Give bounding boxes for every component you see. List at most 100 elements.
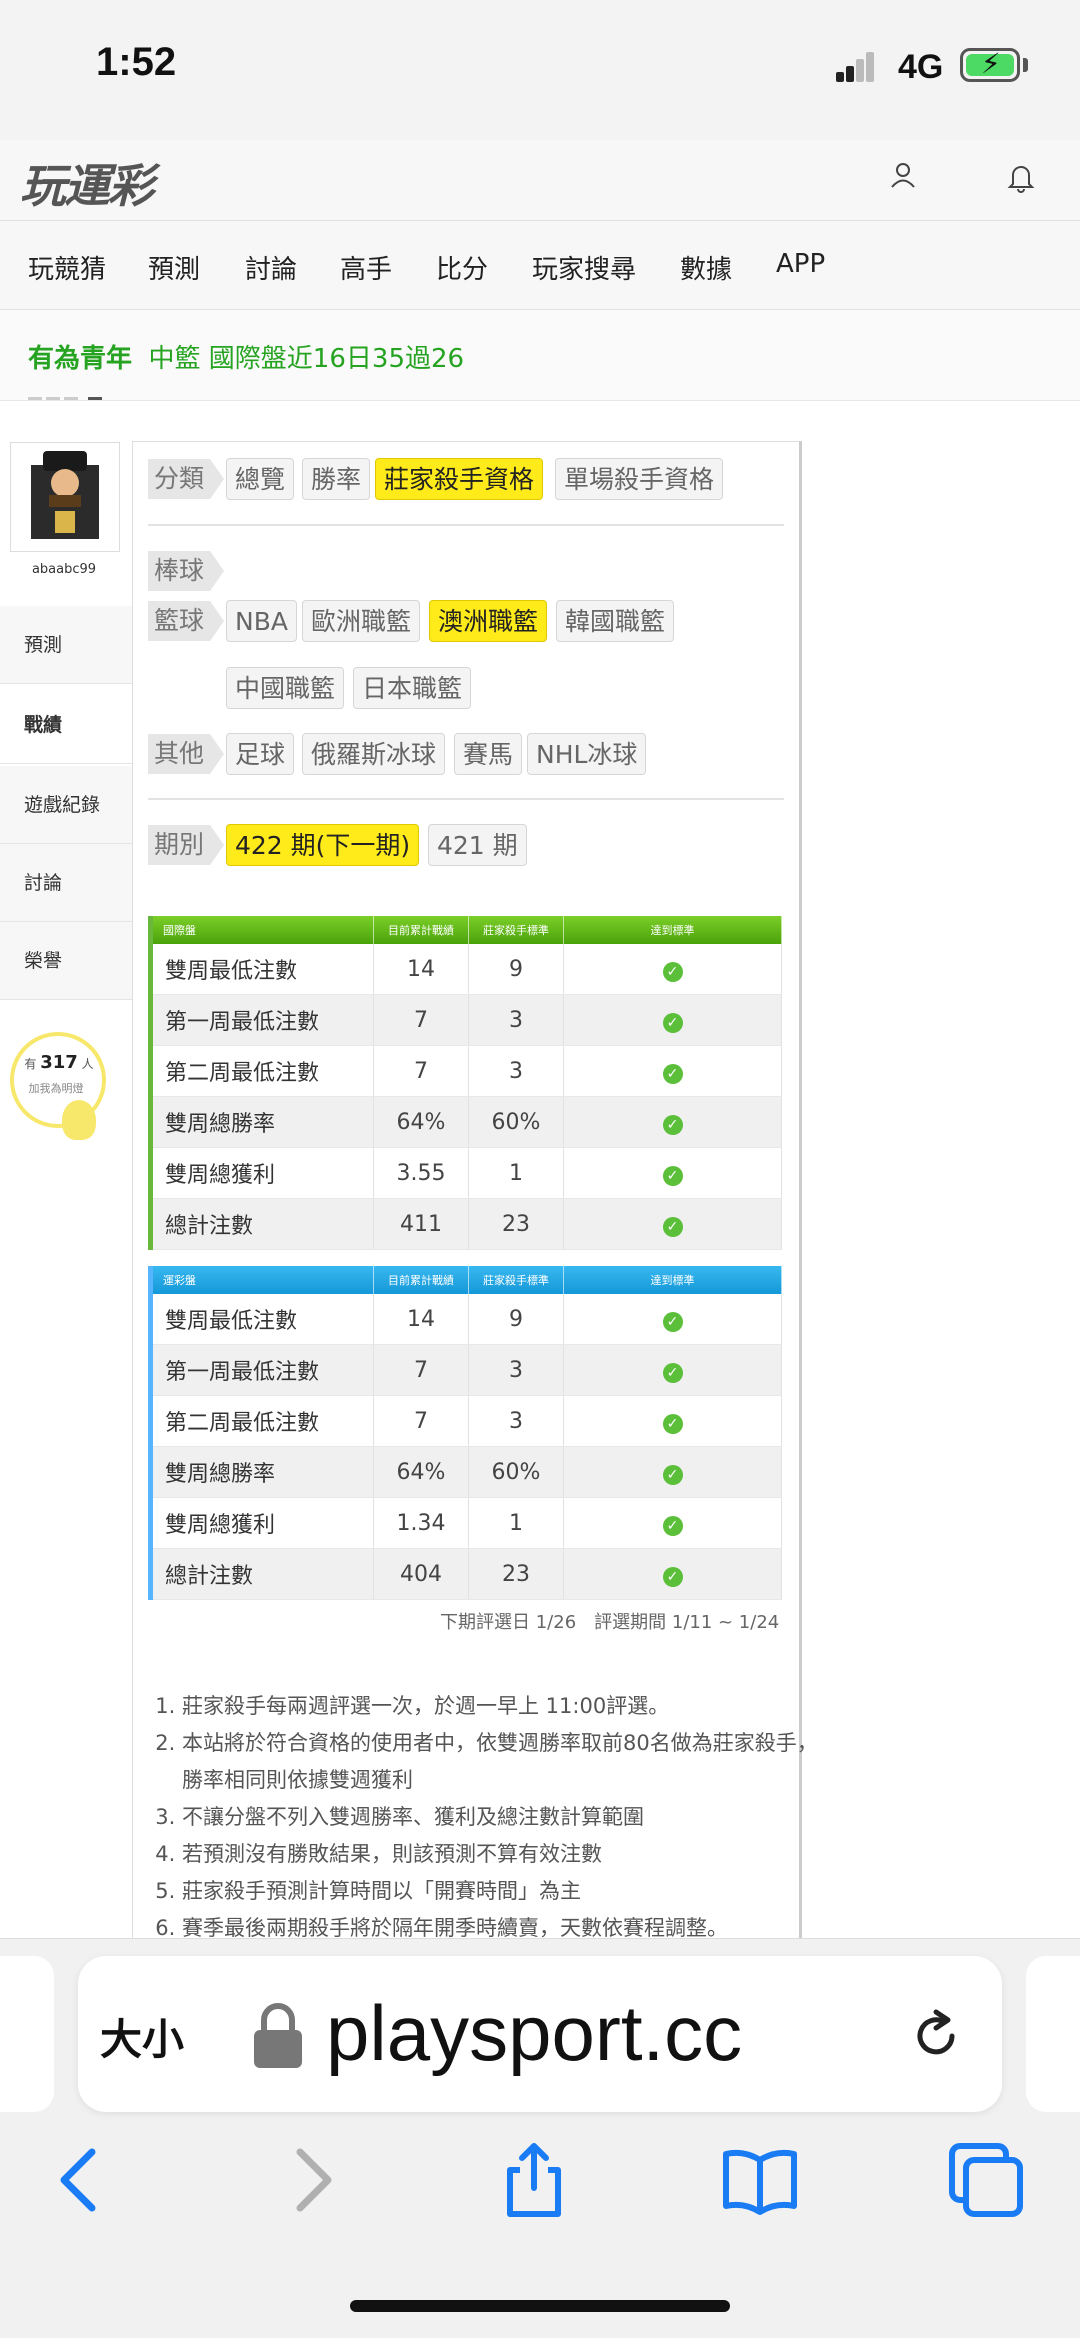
- user-icon[interactable]: [888, 160, 918, 190]
- col-header: 目前累計戰績: [373, 1266, 469, 1294]
- current-value: 7: [373, 1344, 469, 1396]
- nav-item-experts[interactable]: 高手: [340, 249, 392, 286]
- nav-item-scores[interactable]: 比分: [436, 249, 488, 286]
- tab-soccer[interactable]: 足球: [226, 733, 295, 775]
- tab-period-421[interactable]: 421 期: [428, 824, 527, 866]
- table-row: 雙周總勝率 64% 60% ✓: [150, 1446, 782, 1498]
- current-value: 411: [373, 1198, 469, 1250]
- share-icon[interactable]: [494, 2140, 574, 2220]
- tabs-icon[interactable]: [946, 2140, 1026, 2220]
- col-header: 運彩盤: [150, 1266, 374, 1294]
- table-row: 雙周最低注數 14 9 ✓: [150, 944, 782, 995]
- ticker-text[interactable]: 有為青年 中籃 國際盤近16日35過26: [28, 338, 464, 375]
- standard-value: 9: [468, 1294, 564, 1345]
- row-label: 總計注數: [150, 1548, 374, 1600]
- table-row: 雙周總獲利 1.34 1 ✓: [150, 1497, 782, 1549]
- check-icon: ✓: [662, 1464, 683, 1485]
- table-row: 總計注數 404 23 ✓: [150, 1548, 782, 1600]
- row-label: 總計注數: [150, 1198, 374, 1250]
- col-header: 目前累計戰績: [373, 916, 469, 944]
- international-stats-table: 國際盤 目前累計戰績 莊家殺手標準 達到標準 雙周最低注數 14 9 ✓ 第一周最低注…: [148, 916, 782, 1250]
- tab-period-422[interactable]: 422 期(下一期): [226, 824, 420, 866]
- sidebar-item-honor[interactable]: 榮譽: [0, 922, 132, 1000]
- tab-win-rate[interactable]: 勝率: [302, 458, 371, 500]
- nav-item-app[interactable]: APP: [776, 249, 825, 279]
- nav-item-predict[interactable]: 預測: [148, 249, 200, 286]
- check-icon: ✓: [662, 1012, 683, 1033]
- check-icon: ✓: [662, 1063, 683, 1084]
- sidebar-item-forum[interactable]: 討論: [0, 844, 132, 922]
- current-value: 14: [373, 1294, 469, 1345]
- home-indicator[interactable]: [350, 2300, 730, 2312]
- avatar-image: [11, 443, 119, 551]
- url-text[interactable]: playsport.cc: [326, 1988, 742, 2079]
- tab-nhl[interactable]: NHL冰球: [527, 733, 647, 775]
- row-label: 雙周總勝率: [150, 1096, 374, 1148]
- table-row: 第二周最低注數 7 3 ✓: [150, 1395, 782, 1447]
- table-row: 第一周最低注數 7 3 ✓: [150, 994, 782, 1046]
- fan-prefix: 有: [24, 1057, 37, 1071]
- tab-australia-basketball[interactable]: 澳洲職籃: [429, 600, 548, 642]
- standard-value: 3: [468, 994, 564, 1046]
- forward-icon[interactable]: [272, 2140, 352, 2220]
- current-value: 404: [373, 1548, 469, 1600]
- tab-euro-basketball[interactable]: 歐洲職籃: [302, 600, 421, 642]
- check-icon: ✓: [662, 1362, 683, 1383]
- tab-korea-basketball[interactable]: 韓國職籃: [556, 600, 675, 642]
- rule-item: 莊家殺手預測計算時間以「開賽時間」為主: [182, 1873, 822, 1910]
- check-icon: ✓: [662, 1311, 683, 1332]
- sidebar-item-record[interactable]: 戰績: [0, 686, 138, 764]
- username[interactable]: abaabc99: [10, 562, 118, 577]
- nav-item-guess[interactable]: 玩競猜: [28, 249, 106, 286]
- tab-nba[interactable]: NBA: [226, 600, 297, 642]
- reload-icon[interactable]: [906, 2006, 966, 2066]
- divider: [148, 524, 784, 526]
- check-icon: ✓: [662, 961, 683, 982]
- standard-value: 3: [468, 1344, 564, 1396]
- tab-bookie-killer[interactable]: 莊家殺手資格: [375, 458, 544, 500]
- other-label: 其他: [148, 734, 225, 774]
- text-size-button[interactable]: 大小: [100, 2006, 184, 2067]
- nav-item-forum[interactable]: 討論: [245, 249, 297, 286]
- current-value: 7: [373, 994, 469, 1046]
- lightbulb-icon: [62, 1100, 96, 1140]
- sidebar-item-predict[interactable]: 預測: [0, 606, 132, 684]
- period-label: 期別: [148, 825, 225, 865]
- baseball-label[interactable]: 棒球: [148, 551, 225, 591]
- bell-icon[interactable]: [1004, 160, 1038, 194]
- tab-japan-basketball[interactable]: 日本職籃: [353, 667, 472, 709]
- fan-count: 有 317 人: [20, 1052, 98, 1073]
- site-logo[interactable]: 玩運彩: [20, 150, 154, 216]
- tab-china-basketball[interactable]: 中國職籃: [226, 667, 345, 709]
- standard-value: 3: [468, 1395, 564, 1447]
- table-row: 雙周總獲利 3.55 1 ✓: [150, 1147, 782, 1199]
- table-row: 第二周最低注數 7 3 ✓: [150, 1045, 782, 1097]
- next-tab-preview[interactable]: [1026, 1956, 1080, 2112]
- current-value: 64%: [373, 1446, 469, 1498]
- nav-item-player-search[interactable]: 玩家搜尋: [532, 249, 636, 286]
- back-icon[interactable]: [40, 2140, 120, 2220]
- tab-overview[interactable]: 總覽: [226, 458, 295, 500]
- col-header: 莊家殺手標準: [468, 916, 564, 944]
- sidebar-item-game-log[interactable]: 遊戲紀錄: [0, 766, 132, 844]
- nav-item-data[interactable]: 數據: [680, 249, 732, 286]
- rule-item: 若預測沒有勝敗結果，則該預測不算有效注數: [182, 1836, 822, 1873]
- tab-single-killer[interactable]: 單場殺手資格: [555, 458, 724, 500]
- fan-suffix: 人: [81, 1057, 94, 1071]
- network-type: 4G: [898, 48, 944, 86]
- check-icon: ✓: [662, 1114, 683, 1135]
- row-label: 雙周最低注數: [150, 1294, 374, 1345]
- bookmarks-icon[interactable]: [720, 2140, 800, 2220]
- ticker-message: 中籃 國際盤近16日35過26: [148, 344, 465, 374]
- rule-item: 本站將於符合資格的使用者中，依雙週勝率取前80名做為莊家殺手，勝率相同則依據雙週…: [182, 1725, 822, 1799]
- previous-tab-preview[interactable]: [0, 1956, 54, 2112]
- rule-item: 不讓分盤不列入雙週勝率、獲利及總注數計算範圍: [182, 1799, 822, 1836]
- battery-cap: [1023, 58, 1028, 72]
- tab-russia-hockey[interactable]: 俄羅斯冰球: [302, 733, 446, 775]
- standard-value: 23: [468, 1548, 564, 1600]
- standard-value: 60%: [468, 1446, 564, 1498]
- check-icon: ✓: [662, 1515, 683, 1536]
- avatar[interactable]: [10, 442, 120, 552]
- tab-horse-racing[interactable]: 賽馬: [454, 733, 523, 775]
- rules-list: 莊家殺手每兩週評選一次，於週一早上 11:00評選。 本站將於符合資格的使用者中…: [150, 1688, 822, 1947]
